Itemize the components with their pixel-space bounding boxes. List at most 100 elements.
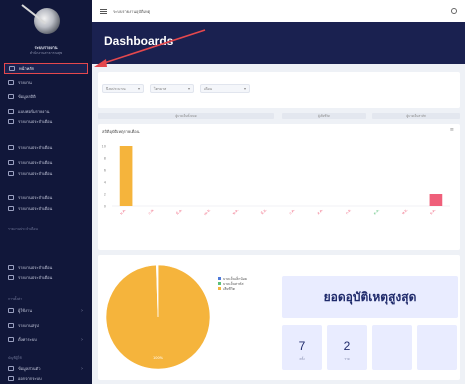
sidebar-section-monthly: รายงานประจำเดือน [8, 227, 38, 231]
y-tick-label: 10 [102, 145, 106, 149]
y-tick-label: 0 [104, 205, 106, 209]
x-tick-label: ก.ค. [288, 208, 296, 216]
sidebar-item-monthly-2[interactable]: รายงานประจำเดือน [4, 142, 88, 153]
pie-legend: บาดเจ็บเล็กน้อย บาดเจ็บสาหัส เสียชีวิต [218, 276, 247, 291]
sidebar-item-monthly-5[interactable]: รายงานประจำเดือน [4, 192, 88, 203]
legend-label: เสียชีวิต [223, 286, 235, 291]
page-title: Dashboards [104, 34, 174, 48]
report-icon [8, 80, 14, 85]
logo [34, 8, 60, 34]
empty-card [372, 325, 412, 370]
filter-card: ปีงบประมาณ ▾ ไตรมาส ▾ เดือน ▾ [98, 72, 460, 108]
sidebar-item-label: รายงานประจำเดือน [18, 171, 53, 176]
y-tick-label: 8 [104, 157, 106, 161]
sidebar-item-label: ข้อมูลสถิติ [18, 94, 36, 99]
x-tick-label: ก.ย. [345, 208, 352, 215]
sidebar-item-summary[interactable]: รายงานสรุป [4, 320, 88, 331]
y-tick-label: 2 [104, 193, 106, 197]
pie-slice-label: 100% [153, 356, 164, 360]
stat-total-injured: ผู้บาดเจ็บทั้งหมด [98, 113, 274, 119]
home-icon [9, 66, 15, 71]
sidebar-item-label: รายงานประจำเดือน [18, 160, 53, 165]
sidebar-item-label: รายงาน [18, 80, 32, 85]
count-value: 7 [298, 339, 306, 353]
count-label: ครั้ง [299, 357, 305, 361]
gear-icon [8, 337, 14, 342]
x-tick-label: ส.ค. [316, 208, 324, 216]
stat-severe: ผู้บาดเจ็บสาหัส [372, 113, 460, 119]
document-icon [8, 171, 14, 176]
sidebar-item-settings[interactable]: ตั้งค่าระบบ › [4, 334, 88, 345]
x-tick-label: ต.ค. [373, 208, 381, 216]
sidebar-item-label: ตั้งค่าระบบ [18, 337, 37, 342]
legend-swatch [218, 287, 221, 290]
chevron-down-icon: ▾ [187, 86, 190, 91]
highest-accident-card: ยอดอุบัติเหตุสูงสุด [282, 276, 458, 318]
sidebar-section-account: บัญชีผู้ใช้ [8, 356, 22, 360]
y-tick-label: 4 [104, 181, 107, 185]
legend-item[interactable]: เสียชีวิต [218, 286, 247, 291]
pie-chart: 100% [105, 264, 211, 370]
document-icon [8, 265, 14, 270]
sidebar-item-label: รายงานประจำเดือน [18, 206, 53, 211]
bar [119, 146, 133, 206]
sidebar-item-stats[interactable]: ข้อมูลสถิติ [4, 91, 88, 102]
form-icon [8, 109, 14, 114]
sidebar-item-label: รายงานประจำเดือน [18, 119, 53, 124]
brand-subtitle: สำนักงานสาธารณสุข [29, 51, 63, 55]
sidebar-item-monthly-4[interactable]: รายงานประจำเดือน [4, 168, 88, 179]
sidebar-item-report[interactable]: รายงาน [4, 77, 88, 88]
sidebar-item-label: รายงานประจำเดือน [18, 265, 53, 270]
chevron-down-icon: ▾ [137, 86, 140, 91]
chevron-right-icon: › [81, 307, 83, 314]
x-tick-label: พ.ย. [401, 208, 408, 215]
users-icon [8, 308, 14, 313]
y-tick-label: 6 [104, 169, 106, 173]
sidebar-item-label: ผู้ใช้งาน [18, 308, 32, 313]
sidebar-item-label: รายงานสรุป [18, 323, 39, 328]
monthly-chart-card: สถิติอุบัติเหตุรายเดือน ≡ 10 8 6 4 2 0 ม.ค. ก.พ… [98, 124, 460, 250]
sidebar: ระบบรายงาน สำนักงานสาธารณสุข หน้าหลัก รา… [0, 0, 92, 384]
logout-icon [8, 376, 14, 381]
bar-chart: 10 8 6 4 2 0 ม.ค. ก.พ. มี.ค. เม.ย. พ.ค. มิ.ย. ก.ค. ส.… [102, 145, 450, 216]
month-select[interactable]: เดือน ▾ [200, 84, 250, 93]
user-icon[interactable] [451, 8, 457, 14]
sidebar-item-label: รายงานประจำเดือน [18, 145, 53, 150]
document-icon [8, 119, 14, 124]
select-value: เดือน [204, 86, 212, 91]
sidebar-item-monthly-1[interactable]: รายงานประจำเดือน [4, 116, 88, 127]
document-icon [8, 145, 14, 150]
document-icon [8, 195, 14, 200]
summary-icon [8, 323, 14, 328]
sidebar-item-logout[interactable]: ออกจากระบบ [4, 373, 88, 384]
chevron-right-icon: › [81, 365, 83, 372]
sidebar-item-monthly-8[interactable]: รายงานประจำเดือน [4, 272, 88, 283]
person-label: ราย [344, 357, 350, 361]
legend-swatch [218, 282, 221, 285]
x-tick-label: มิ.ย. [260, 208, 267, 215]
document-icon [8, 206, 14, 211]
fiscal-year-select[interactable]: ปีงบประมาณ ▾ [102, 84, 144, 93]
count-card: 7 ครั้ง [282, 325, 322, 370]
bar [429, 194, 443, 206]
highest-accident-title: ยอดอุบัติเหตุสูงสุด [323, 289, 417, 304]
sidebar-item-label: ข้อมูลส่วนตัว [18, 366, 41, 371]
topbar: ระบบรายงานอุบัติเหตุ [92, 0, 465, 22]
sidebar-section-settings: การตั้งค่า [8, 297, 23, 301]
x-tick-label: ก.พ. [147, 208, 155, 216]
select-value: ไตรมาส [154, 86, 167, 91]
quarter-select[interactable]: ไตรมาส ▾ [150, 84, 194, 93]
person-value: 2 [343, 339, 351, 353]
user-icon [8, 366, 14, 371]
legend-swatch [218, 277, 221, 280]
document-icon [8, 160, 14, 165]
person-card: 2 ราย [327, 325, 367, 370]
sidebar-item-label: ออกจากระบบ [18, 376, 42, 381]
stat-deaths: ผู้เสียชีวิต [282, 113, 366, 119]
sidebar-item-monthly-6[interactable]: รายงานประจำเดือน [4, 203, 88, 214]
sidebar-item-home[interactable]: หน้าหลัก [4, 63, 88, 74]
chevron-right-icon: › [81, 336, 83, 343]
sidebar-item-monthly-3[interactable]: รายงานประจำเดือน [4, 157, 88, 168]
menu-toggle-icon[interactable] [100, 8, 107, 14]
sidebar-item-users[interactable]: ผู้ใช้งาน › [4, 305, 88, 316]
